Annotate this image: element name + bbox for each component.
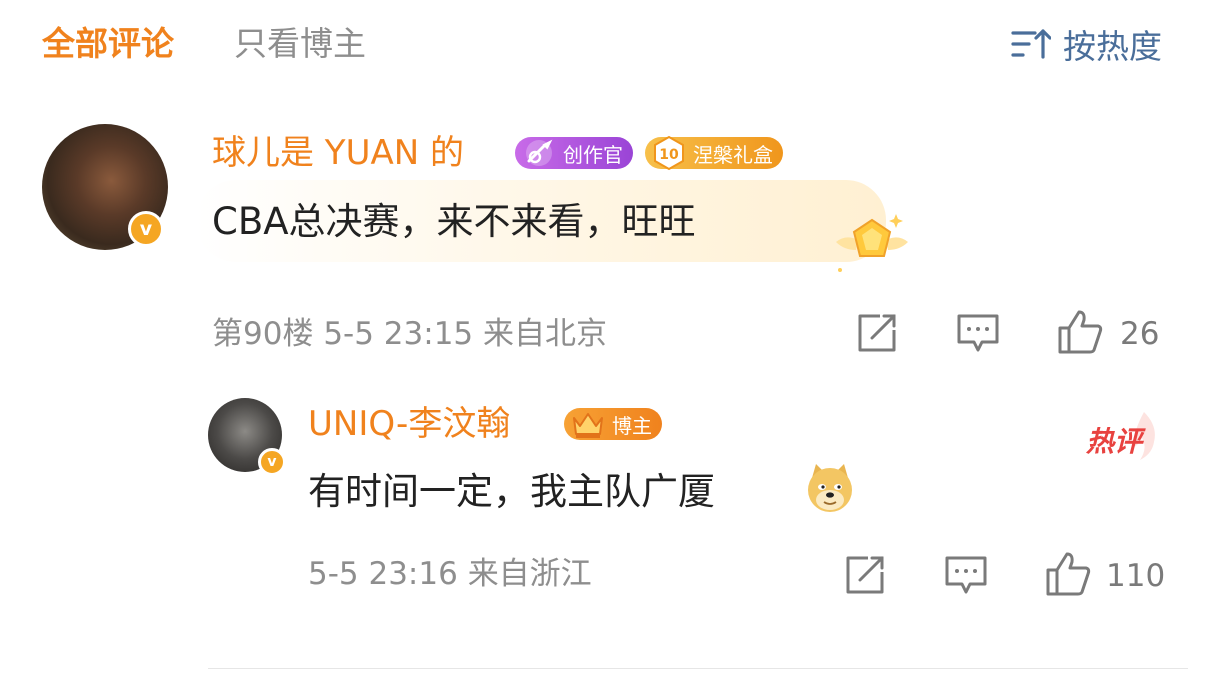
comment-date: 5-5 23:15: [323, 316, 474, 352]
tab-all-comments[interactable]: 全部评论: [42, 22, 174, 66]
doge-emoji: [808, 464, 852, 512]
bubble-medal-icon: [836, 214, 908, 272]
comment-meta: 第90楼 5-5 23:15 来自北京: [212, 314, 607, 354]
tab-blogger-only[interactable]: 只看博主: [234, 22, 366, 66]
reply-like-count: 110: [1106, 558, 1166, 594]
reply-text-content: 有时间一定，我主队广厦: [308, 470, 715, 513]
comment-tabs: 全部评论 只看博主: [42, 22, 426, 66]
reply-verified-icon: v: [258, 448, 286, 476]
hot-comment-label: 热评: [1086, 425, 1143, 458]
nirvana-gift-badge[interactable]: 10 涅槃礼盒: [645, 135, 783, 171]
reply-date: 5-5 23:16: [308, 556, 458, 592]
sort-by-hot-button[interactable]: 按热度: [1011, 22, 1162, 66]
reply-comment-icon[interactable]: [944, 554, 988, 596]
hot-comment-badge: 热评: [1086, 408, 1164, 464]
comment-username[interactable]: 球儿是 YUAN 的: [212, 131, 464, 175]
reply-meta: 5-5 23:16 来自浙江: [308, 554, 592, 594]
share-icon[interactable]: [856, 312, 898, 354]
crown-icon: [568, 404, 608, 444]
sort-label: 按热度: [1063, 27, 1162, 66]
reply-text: 有时间一定，我主队广厦: [308, 468, 715, 516]
level-number: 10: [659, 147, 679, 163]
creator-badge[interactable]: 创作官: [515, 137, 633, 169]
sort-icon: [1011, 29, 1051, 59]
level-10-icon: 10: [649, 133, 689, 173]
creator-badge-label: 创作官: [563, 142, 623, 167]
floor-number: 第90楼: [212, 316, 314, 352]
like-count: 26: [1120, 316, 1160, 352]
comment-location: 来自北京: [483, 316, 607, 352]
divider: [208, 668, 1188, 669]
reply-username[interactable]: UNIQ-李汶翰: [308, 402, 510, 446]
comment-text: CBA总决赛，来不来看，旺旺: [212, 200, 696, 243]
reply-like-icon[interactable]: [1044, 550, 1092, 598]
reply-location: 来自浙江: [467, 556, 592, 592]
reply-share-icon[interactable]: [844, 554, 886, 596]
verified-icon: v: [128, 211, 164, 247]
reply-icon[interactable]: [956, 312, 1000, 354]
like-icon[interactable]: [1056, 308, 1104, 356]
rocket-icon: [519, 133, 559, 173]
nirvana-badge-label: 涅槃礼盒: [693, 142, 773, 167]
blogger-badge-label: 博主: [612, 413, 652, 438]
blogger-badge: 博主: [564, 408, 662, 440]
